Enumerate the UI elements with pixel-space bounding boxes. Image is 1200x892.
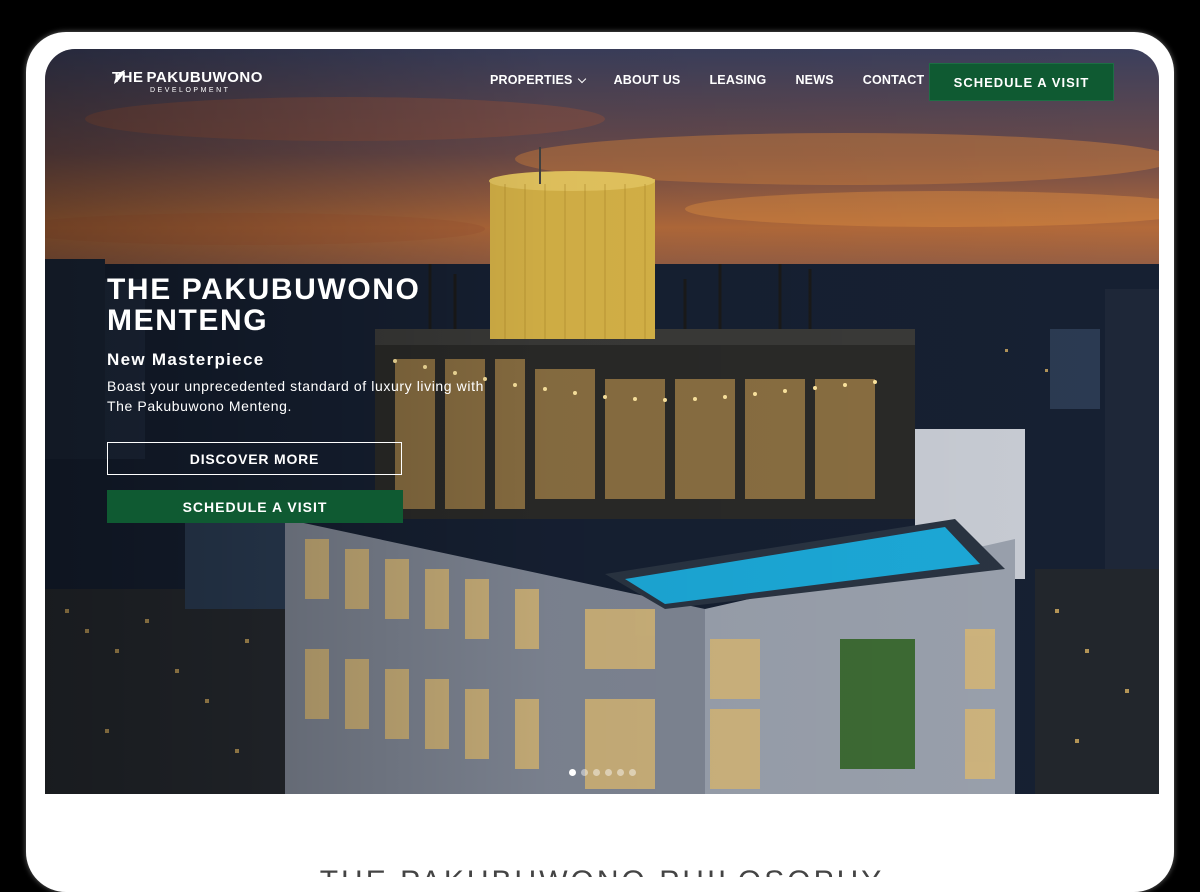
hero-title-line1: THE PAKUBUWONO [107, 273, 421, 306]
chevron-down-icon [577, 74, 586, 83]
nav-item-leasing[interactable]: LEASING [709, 73, 766, 87]
brand-logo[interactable]: THE PAKUBUWONO DEVELOPMENT [112, 69, 263, 94]
carousel-pagination [569, 769, 636, 776]
nav-item-news[interactable]: NEWS [795, 73, 833, 87]
nav-item-label: PROPERTIES [490, 73, 573, 87]
hero-text-block: THE PAKUBUWONO MENTENG New Masterpiece B… [107, 274, 487, 416]
carousel-dot[interactable] [629, 769, 636, 776]
browser-viewport: THE PAKUBUWONO DEVELOPMENT PROPERTIES AB… [45, 49, 1159, 877]
philosophy-section-title: THE PAKUBUWONO PHILOSOPHY [45, 865, 1159, 877]
nav-schedule-visit-button[interactable]: SCHEDULE A VISIT [929, 63, 1114, 101]
carousel-dot[interactable] [605, 769, 612, 776]
nav-item-contact[interactable]: CONTACT [863, 73, 925, 87]
hero-description: Boast your unprecedented standard of lux… [107, 378, 484, 414]
carousel-dot[interactable] [593, 769, 600, 776]
leaf-icon [114, 70, 125, 84]
discover-more-button[interactable]: DISCOVER MORE [107, 442, 402, 475]
hero-title-line2: MENTENG [107, 304, 269, 337]
carousel-dot[interactable] [581, 769, 588, 776]
hero-background-image [45, 49, 1159, 794]
brand-subtitle: DEVELOPMENT [150, 87, 231, 94]
brand-name-right: PAKUBUWONO [146, 69, 263, 86]
nav-item-properties[interactable]: PROPERTIES [490, 73, 586, 87]
hero-subtitle: New Masterpiece [107, 350, 265, 369]
hero-schedule-visit-button[interactable]: SCHEDULE A VISIT [107, 490, 403, 523]
nav-item-about-us[interactable]: ABOUT US [614, 73, 681, 87]
carousel-dot[interactable] [617, 769, 624, 776]
nav-menu: PROPERTIES ABOUT US LEASING NEWS CONTACT [490, 73, 924, 87]
hero-banner: THE PAKUBUWONO DEVELOPMENT PROPERTIES AB… [45, 49, 1159, 794]
carousel-dot[interactable] [569, 769, 576, 776]
top-navigation: THE PAKUBUWONO DEVELOPMENT PROPERTIES AB… [45, 49, 1159, 119]
